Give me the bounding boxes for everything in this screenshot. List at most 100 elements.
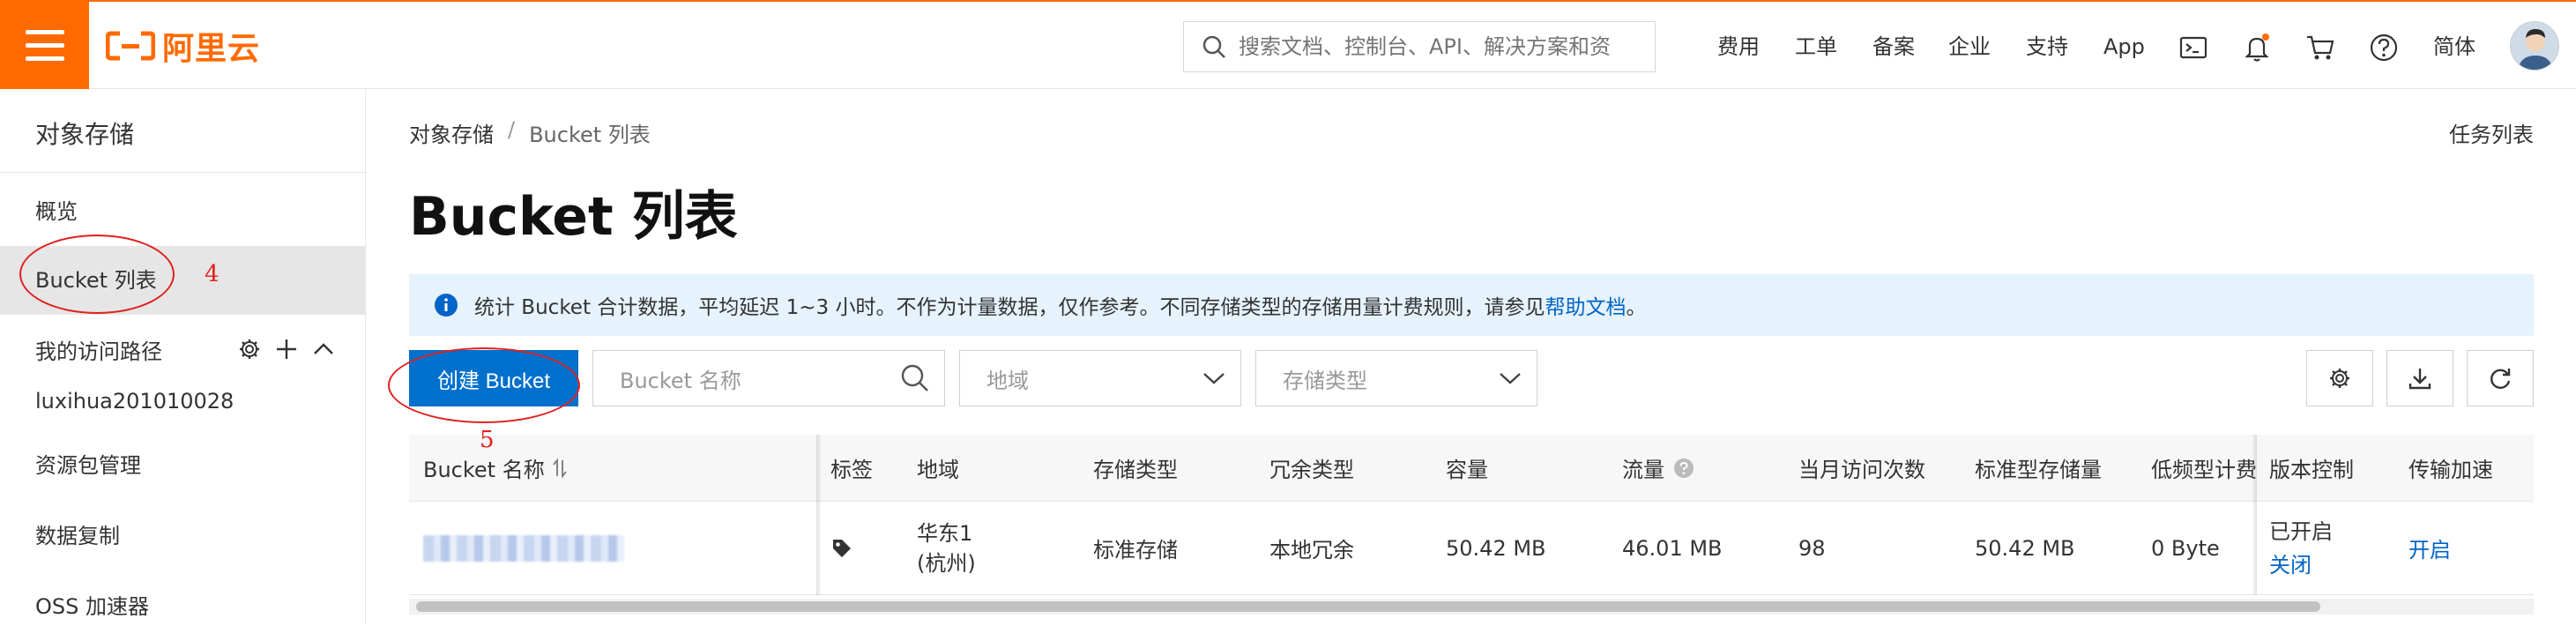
- info-icon: [435, 294, 458, 317]
- horizontal-scrollbar[interactable]: [409, 599, 2534, 615]
- monthly-visits-cell: 98: [1798, 535, 1826, 561]
- top-nav: 费用 工单 备案 企业 支持 App 简体: [0, 25, 2576, 69]
- gear-icon: [2330, 369, 2349, 388]
- header-transfer-acceleration: 传输加速: [2408, 458, 2493, 482]
- header-monthly-visits: 当月访问次数: [1798, 458, 1925, 482]
- annotation-number-5: 5: [480, 427, 495, 453]
- nav-enterprise[interactable]: 企业: [1948, 25, 1991, 69]
- sidebar-item-overview[interactable]: 概览: [0, 177, 366, 246]
- versioning-cell: 已开启 关闭: [2269, 502, 2333, 594]
- sidebar-item-resource-packages[interactable]: 资源包管理: [0, 431, 366, 500]
- plus-icon[interactable]: [275, 338, 298, 361]
- notice-text: 统计 Bucket 合计数据，平均延迟 1~3 小时。不作为计量数据，仅作参考。…: [474, 290, 1646, 320]
- bucket-name-placeholder: Bucket 名称: [620, 368, 741, 393]
- versioning-status: 已开启: [2269, 518, 2333, 544]
- toolbar: 创建 Bucket Bucket 名称 地域 存储类型: [409, 350, 2534, 406]
- bucket-name-search[interactable]: Bucket 名称: [592, 350, 945, 406]
- storage-type-placeholder: 存储类型: [1283, 368, 1367, 393]
- download-icon: [2408, 369, 2431, 390]
- header-label: 流量: [1622, 458, 1664, 482]
- access-path-actions: [238, 338, 335, 361]
- header-redundancy: 冗余类型: [1269, 458, 1354, 482]
- tag-icon[interactable]: [830, 537, 853, 560]
- breadcrumb-current: Bucket 列表: [529, 123, 651, 147]
- notification-bell-icon[interactable]: [2241, 32, 2273, 63]
- sidebar-title: 对象存储: [35, 120, 135, 149]
- sidebar-item-access-path[interactable]: luxihua201010028: [0, 367, 366, 436]
- header-traffic: 流量: [1622, 435, 1694, 501]
- nav-app[interactable]: App: [2103, 25, 2145, 69]
- chevron-up-icon[interactable]: [312, 338, 335, 361]
- terminal-icon[interactable]: [2178, 32, 2209, 63]
- annotation-number-4: 4: [205, 261, 220, 287]
- info-notice: 统计 Bucket 合计数据，平均延迟 1~3 小时。不作为计量数据，仅作参考。…: [409, 274, 2534, 336]
- transfer-accel-enable-link[interactable]: 开启: [2408, 533, 2451, 563]
- capacity-cell: 50.42 MB: [1446, 535, 1546, 561]
- annotation-circle-create-button: [388, 347, 580, 423]
- my-access-path-group: 我的访问路径: [35, 327, 335, 371]
- region-placeholder: 地域: [986, 368, 1029, 393]
- traffic-cell: 46.01 MB: [1622, 535, 1723, 561]
- refresh-button[interactable]: [2467, 350, 2534, 406]
- my-access-path-label: 我的访问路径: [35, 339, 162, 364]
- breadcrumb-separator: /: [508, 117, 516, 142]
- header-region: 地域: [917, 458, 959, 482]
- top-bar: 阿里云 费用 工单 备案 企业 支持 App 简体: [0, 0, 2576, 89]
- tags-cell[interactable]: [830, 502, 853, 594]
- breadcrumb: 对象存储 / Bucket 列表: [409, 117, 651, 148]
- nav-support[interactable]: 支持: [2026, 25, 2068, 69]
- transfer-accel-cell: 开启: [2408, 502, 2451, 594]
- user-avatar[interactable]: [2510, 21, 2559, 71]
- gear-icon[interactable]: [238, 338, 261, 361]
- region-select[interactable]: 地域: [959, 350, 1241, 406]
- nav-icp[interactable]: 备案: [1872, 25, 1915, 69]
- help-icon[interactable]: [2368, 32, 2400, 63]
- table-settings-button[interactable]: [2306, 350, 2373, 406]
- standard-storage-cell: 50.42 MB: [1975, 535, 2075, 561]
- breadcrumb-root[interactable]: 对象存储: [409, 117, 494, 148]
- chevron-down-icon: [1203, 373, 1225, 384]
- table-row: 华东1 (杭州) 标准存储 本地冗余 50.42 MB 46.01 MB 98 …: [409, 502, 2534, 595]
- sort-icon[interactable]: [552, 457, 568, 479]
- table-header-row: Bucket 名称 标签 地域 存储类型 冗余类型 容量 流量 当月访问次数 标…: [409, 435, 2534, 502]
- notice-text-body: 统计 Bucket 合计数据，平均延迟 1~3 小时。不作为计量数据，仅作参考。…: [474, 296, 1545, 319]
- header-storage-type: 存储类型: [1093, 458, 1178, 482]
- nav-fees[interactable]: 费用: [1717, 25, 1760, 69]
- nav-tickets[interactable]: 工单: [1795, 25, 1837, 69]
- redundancy-cell: 本地冗余: [1269, 538, 1354, 563]
- annotation-circle-sidebar: [19, 235, 175, 314]
- task-list-link[interactable]: 任务列表: [2449, 117, 2534, 148]
- versioning-toggle-link[interactable]: 关闭: [2269, 548, 2312, 582]
- search-icon[interactable]: [900, 363, 930, 393]
- sidebar-item-oss-accelerator[interactable]: OSS 加速器: [0, 572, 366, 641]
- sidebar-divider: [0, 172, 366, 173]
- region-line-1: 华东1: [917, 520, 973, 546]
- header-tags: 标签: [830, 458, 873, 482]
- cart-icon[interactable]: [2304, 32, 2336, 63]
- header-bucket-name[interactable]: Bucket 名称: [423, 435, 568, 501]
- storage-type-select[interactable]: 存储类型: [1255, 350, 1537, 406]
- refresh-icon: [2490, 369, 2511, 389]
- region-cell: 华东1 (杭州): [917, 502, 976, 594]
- scrollbar-thumb[interactable]: [416, 601, 2320, 612]
- question-circle-icon[interactable]: [1673, 458, 1694, 479]
- bucket-name-blurred[interactable]: [423, 534, 624, 562]
- bucket-name-cell[interactable]: [423, 502, 624, 594]
- fixed-column-shadow-left: [816, 435, 822, 595]
- export-button[interactable]: [2386, 350, 2453, 406]
- bucket-table: Bucket 名称 标签 地域 存储类型 冗余类型 容量 流量 当月访问次数 标…: [409, 435, 2534, 595]
- sidebar-item-data-replication[interactable]: 数据复制: [0, 502, 366, 570]
- notice-suffix: 。: [1626, 296, 1647, 319]
- sidebar: 对象存储 概览 Bucket 列表 我的访问路径 luxihua20101002…: [0, 89, 366, 624]
- main-content: 对象存储 / Bucket 列表 任务列表 Bucket 列表 统计 Bucke…: [409, 89, 2534, 624]
- chevron-down-icon: [1500, 373, 1521, 384]
- header-ia-billing: 低频型计费: [2151, 458, 2257, 482]
- header-standard-storage: 标准型存储量: [1975, 458, 2102, 482]
- ia-storage-cell: 0 Byte: [2151, 535, 2220, 561]
- language-switch[interactable]: 简体: [2433, 25, 2475, 69]
- header-versioning: 版本控制: [2269, 435, 2354, 501]
- help-doc-link[interactable]: 帮助文档: [1545, 296, 1626, 319]
- avatar-icon: [2511, 22, 2558, 70]
- page-title: Bucket 列表: [409, 186, 738, 248]
- header-capacity: 容量: [1446, 458, 1488, 482]
